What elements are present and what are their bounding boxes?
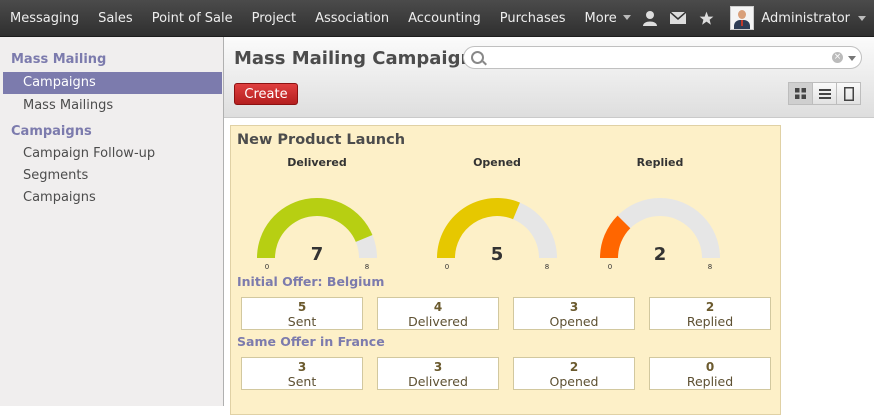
search-box[interactable]: × [463,46,862,69]
stat-label: Sent [287,374,317,389]
menu-more[interactable]: More [575,11,640,26]
gauge-max: 8 [708,263,712,270]
menu-point-of-sale[interactable]: Point of Sale [142,11,242,26]
kanban-view-button[interactable] [788,82,813,105]
star-icon[interactable] [692,0,720,36]
stat-value: 3 [297,360,307,374]
sidebar: Mass Mailing Campaigns Mass Mailings Cam… [0,37,224,406]
view-switcher [788,82,861,105]
gauge-opened-chart: 5 0 8 [437,198,557,270]
create-button[interactable]: Create [234,83,298,105]
stat-label: Delivered [408,374,468,389]
chevron-down-icon [622,14,631,20]
control-panel: Mass Mailing Campaigns × Create [224,37,874,118]
gauge-label: Replied [636,156,684,169]
list-icon [818,88,831,99]
stat-sent[interactable]: 5 Sent [241,297,363,330]
menu-messaging[interactable]: Messaging [0,11,88,26]
menu-association[interactable]: Association [305,11,398,26]
sidebar-item-segments[interactable]: Segments [0,165,223,187]
gauge-value: 5 [491,244,504,265]
user-name[interactable]: Administrator [761,11,850,26]
list-view-button[interactable] [812,82,837,105]
mailing-name[interactable]: Initial Offer: Belgium [237,274,384,289]
sidebar-item-campaign-follow-up[interactable]: Campaign Follow-up [0,143,223,165]
stat-value: 4 [433,300,443,314]
main-area: Mass Mailing Campaigns × Create New Prod… [224,37,874,415]
menu-project[interactable]: Project [242,11,305,26]
stat-value: 3 [433,360,443,374]
gauge-label: Opened [473,156,521,169]
sidebar-section-campaigns: Campaigns [11,124,92,139]
gauge-fill [437,198,520,258]
gauge-label: Delivered [287,156,347,169]
topbar-right: Administrator [636,0,874,36]
sidebar-item-campaigns[interactable]: Campaigns [3,72,222,94]
menu-sales[interactable]: Sales [88,11,142,26]
stat-value: 2 [705,300,715,314]
stat-label: Sent [287,314,317,329]
gauge-replied: Replied 2 0 8 [592,156,728,270]
sidebar-item-campaigns-2[interactable]: Campaigns [0,187,223,209]
gauge-replied-chart: 2 0 8 [600,198,720,270]
search-dropdown-icon[interactable] [848,56,856,61]
stat-value: 2 [569,360,579,374]
stat-replied[interactable]: 0 Replied [649,357,771,390]
user-menu-chevron-icon[interactable] [858,15,866,21]
campaign-card[interactable]: New Product Launch Delivered 7 0 8 Opene… [230,125,781,415]
mail-icon[interactable] [664,0,692,36]
gauge-min: 0 [265,263,269,270]
form-icon [843,86,854,101]
mailing-name[interactable]: Same Offer in France [237,334,385,349]
user-icon[interactable] [636,0,664,36]
gauge-min: 0 [608,263,612,270]
stat-opened[interactable]: 3 Opened [513,297,635,330]
kanban-view: New Product Launch Delivered 7 0 8 Opene… [224,118,874,415]
menu-purchases[interactable]: Purchases [490,11,575,26]
gauge-value: 2 [654,244,667,265]
user-avatar[interactable] [730,6,755,30]
form-view-button[interactable] [836,82,861,105]
gauge-max: 8 [545,263,549,270]
stat-opened[interactable]: 2 Opened [513,357,635,390]
kanban-icon [795,88,806,99]
stat-delivered[interactable]: 3 Delivered [377,357,499,390]
stat-delivered[interactable]: 4 Delivered [377,297,499,330]
app-menu: Messaging Sales Point of Sale Project As… [0,0,640,36]
search-icon [471,51,484,64]
top-navbar: Messaging Sales Point of Sale Project As… [0,0,874,37]
campaign-title: New Product Launch [237,132,406,148]
menu-accounting[interactable]: Accounting [398,11,490,26]
stat-label: Opened [549,314,599,329]
page-title: Mass Mailing Campaigns [234,48,485,69]
gauge-opened: Opened 5 0 8 [429,156,565,270]
gauge-max: 8 [365,263,369,270]
stat-label: Replied [686,314,734,329]
sidebar-section-mass-mailing: Mass Mailing [11,52,107,67]
stat-value: 5 [297,300,307,314]
stat-replied[interactable]: 2 Replied [649,297,771,330]
stat-value: 0 [705,360,715,374]
stat-sent[interactable]: 3 Sent [241,357,363,390]
stat-value: 3 [569,300,579,314]
stat-label: Opened [549,374,599,389]
clear-icon[interactable]: × [832,52,843,63]
menu-more-label: More [584,10,617,26]
gauge-value: 7 [311,244,324,265]
gauge-delivered-chart: 7 0 8 [257,198,377,270]
gauge-min: 0 [445,263,449,270]
sidebar-item-mass-mailings[interactable]: Mass Mailings [0,95,223,117]
stat-label: Replied [686,374,734,389]
gauge-delivered: Delivered 7 0 8 [249,156,385,270]
stat-label: Delivered [408,314,468,329]
